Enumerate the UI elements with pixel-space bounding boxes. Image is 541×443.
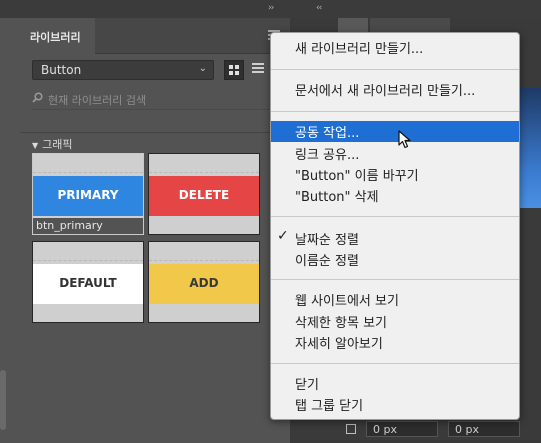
menu-item-collaborate[interactable]: 공동 작업... [271, 121, 519, 142]
menu-separator [271, 216, 519, 217]
tile-preview: PRIMARY [33, 176, 143, 216]
tile-divider [33, 172, 143, 173]
libraries-tab-bar: 라이브러리 [20, 18, 292, 54]
menu-item-rename[interactable]: "Button" 이름 바꾸기 [271, 164, 519, 185]
tile-preview: ADD [149, 264, 259, 304]
tile-preview: DEFAULT [33, 264, 143, 304]
menu-separator [271, 279, 519, 280]
menu-item-learn-more[interactable]: 자세히 알아보기 [271, 332, 519, 353]
tab-libraries[interactable]: 라이브러리 [20, 18, 95, 54]
scrollbar[interactable] [0, 370, 6, 430]
chevron-down-icon: ⌄ [198, 63, 207, 74]
tile-divider [149, 172, 259, 173]
menu-item-new-library[interactable]: 새 라이브러리 만들기... [271, 37, 519, 58]
size-field[interactable]: 0 px [366, 421, 438, 437]
menu-item-new-library-from-document[interactable]: 문서에서 새 라이브러리 만들기... [271, 79, 519, 100]
graphic-tile[interactable]: ADD [148, 241, 260, 323]
menu-item-view-deleted[interactable]: 삭제한 항목 보기 [271, 311, 519, 332]
menu-item-share-link[interactable]: 링크 공유... [271, 143, 519, 164]
disclosure-triangle-icon: ▼ [32, 141, 39, 150]
menu-separator [271, 69, 519, 70]
menu-separator [271, 363, 519, 364]
size-field[interactable]: 0 px [448, 421, 520, 437]
checkmark-icon: ✓ [277, 228, 289, 244]
menu-item-close[interactable]: 닫기 [271, 373, 519, 394]
checkbox[interactable] [346, 424, 356, 434]
menu-item-delete[interactable]: "Button" 삭제 [271, 185, 519, 206]
list-view-button[interactable] [252, 63, 264, 75]
grid-view-button[interactable] [224, 60, 244, 80]
group-header-graphics[interactable]: ▼ 그래픽 [32, 136, 73, 152]
panel-dock-strip: ›› ‹‹ [0, 0, 541, 18]
graphic-tile[interactable]: PRIMARY btn_primary [32, 153, 144, 235]
menu-item-label: 날짜순 정렬 [295, 233, 359, 248]
expand-panels-icon[interactable]: ›› [268, 3, 274, 13]
tile-divider [33, 260, 143, 261]
libraries-panel: 라이브러리 Button ⌄ 현재 라이브러리 검색 ▼ 그래픽 PRIMARY… [20, 18, 292, 443]
divider [20, 132, 292, 133]
group-label: 그래픽 [42, 138, 73, 151]
graphic-tile[interactable]: DELETE [148, 153, 260, 235]
library-select-value: Button [41, 63, 82, 77]
menu-item-sort-by-name[interactable]: 이름순 정렬 [271, 249, 519, 270]
library-context-menu: 새 라이브러리 만들기... 문서에서 새 라이브러리 만들기... 공동 작업… [270, 32, 520, 420]
search-icon [32, 92, 43, 103]
menu-item-close-tab-group[interactable]: 탭 그룹 닫기 [271, 394, 519, 415]
mouse-cursor-icon [398, 130, 411, 149]
menu-separator [271, 111, 519, 112]
search-placeholder: 현재 라이브러리 검색 [48, 94, 147, 107]
tile-divider [149, 260, 259, 261]
tile-caption: btn_primary [33, 218, 143, 234]
collapse-panels-icon[interactable]: ‹‹ [316, 3, 322, 13]
graphic-tile[interactable]: DEFAULT [32, 241, 144, 323]
app-window: ›› ‹‹ 라이브러리 Button ⌄ 현재 라이브러리 검색 ▼ 그래픽 P… [0, 0, 541, 443]
library-select[interactable]: Button ⌄ [32, 60, 214, 80]
tile-preview: DELETE [149, 176, 259, 216]
menu-item-view-on-website[interactable]: 웹 사이트에서 보기 [271, 289, 519, 310]
library-search[interactable]: 현재 라이브러리 검색 [32, 90, 292, 110]
menu-item-sort-by-date[interactable]: ✓ 날짜순 정렬 [271, 228, 519, 249]
